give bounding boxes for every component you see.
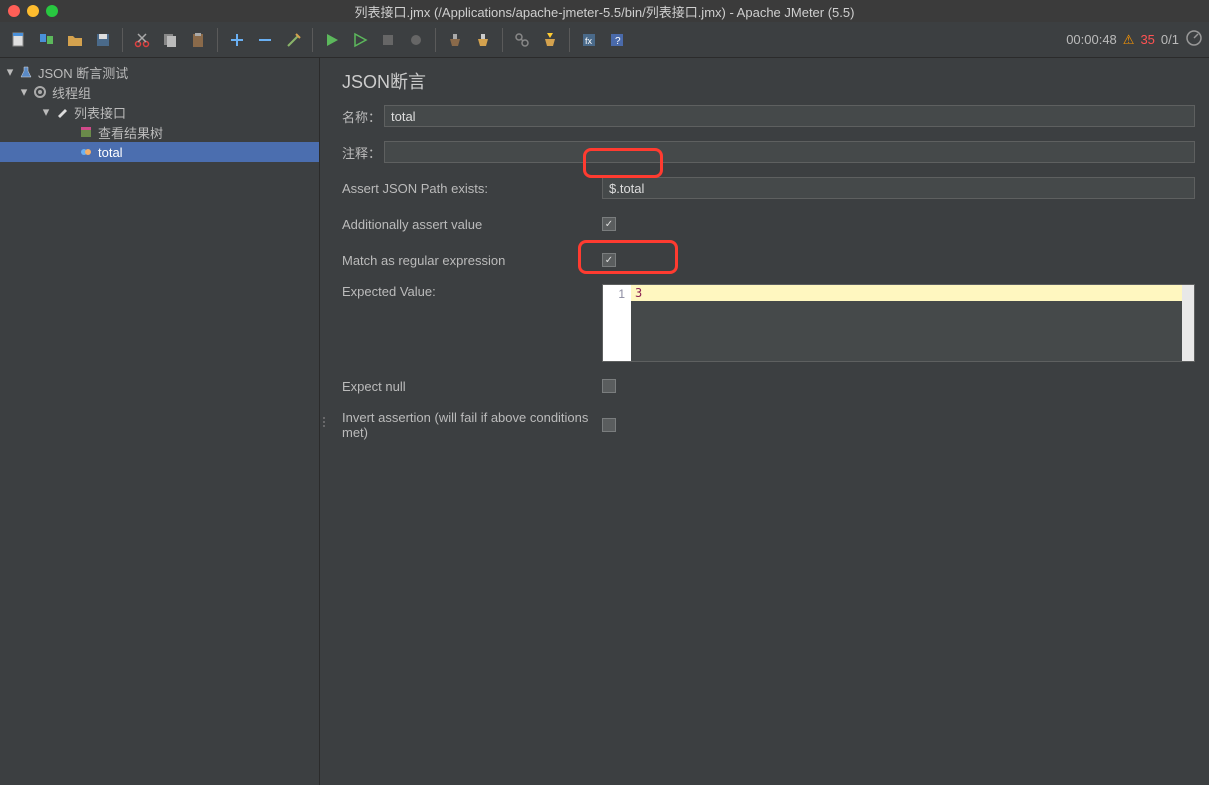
tree-listener[interactable]: 查看结果树	[0, 122, 319, 142]
chevron-down-icon[interactable]: ▾	[4, 66, 16, 78]
minimize-window-button[interactable]	[27, 5, 39, 17]
tree-root-label: JSON 断言测试	[38, 63, 128, 82]
paste-button[interactable]	[185, 27, 211, 53]
save-button[interactable]	[90, 27, 116, 53]
expected-value-editor[interactable]: 1 3	[602, 284, 1195, 362]
test-plan-tree[interactable]: ▾ JSON 断言测试 ▾ 线程组 ▾ 列表接口 查看结果树 total	[0, 58, 320, 785]
expect-null-checkbox[interactable]	[602, 379, 616, 393]
maximize-window-button[interactable]	[46, 5, 58, 17]
assertion-panel: JSON断言 名称： 注释： Assert JSON Path exists: …	[328, 58, 1209, 785]
comment-label: 注释：	[342, 143, 384, 162]
search-button[interactable]	[509, 27, 535, 53]
name-input[interactable]	[384, 105, 1195, 127]
templates-button[interactable]	[34, 27, 60, 53]
window-title: 列表接口.jmx (/Applications/apache-jmeter-5.…	[0, 2, 1209, 21]
gear-icon	[32, 84, 48, 100]
stop-button[interactable]	[375, 27, 401, 53]
results-tree-icon	[78, 124, 94, 140]
chevron-down-icon[interactable]: ▾	[40, 106, 52, 118]
tree-listener-label: 查看结果树	[98, 123, 163, 142]
toolbar: fx ? 00:00:48 ⚠ 35 0/1	[0, 22, 1209, 58]
tree-assertion[interactable]: total	[0, 142, 319, 162]
titlebar: 列表接口.jmx (/Applications/apache-jmeter-5.…	[0, 0, 1209, 22]
tree-thread-group-label: 线程组	[52, 83, 91, 102]
assert-value-label: Additionally assert value	[342, 217, 602, 232]
reset-search-button[interactable]	[537, 27, 563, 53]
warning-icon[interactable]: ⚠	[1123, 32, 1135, 48]
expected-value-label: Expected Value:	[342, 284, 602, 299]
json-path-input[interactable]	[602, 177, 1195, 199]
regex-checkbox[interactable]	[602, 253, 616, 267]
copy-button[interactable]	[157, 27, 183, 53]
editor-scrollbar[interactable]	[1182, 285, 1194, 361]
cut-button[interactable]	[129, 27, 155, 53]
assert-value-checkbox[interactable]	[602, 217, 616, 231]
elapsed-time: 00:00:48	[1066, 32, 1117, 47]
tree-root[interactable]: ▾ JSON 断言测试	[0, 62, 319, 82]
new-button[interactable]	[6, 27, 32, 53]
collapse-button[interactable]	[252, 27, 278, 53]
invert-checkbox[interactable]	[602, 418, 616, 432]
thread-count: 0/1	[1161, 32, 1179, 47]
clear-button[interactable]	[442, 27, 468, 53]
help-button[interactable]: ?	[604, 27, 630, 53]
panel-title: JSON断言	[342, 68, 1195, 94]
editor-gutter: 1	[603, 285, 631, 361]
function-helper-button[interactable]: fx	[576, 27, 602, 53]
regex-label: Match as regular expression	[342, 253, 602, 268]
name-label: 名称：	[342, 107, 384, 126]
toggle-button[interactable]	[280, 27, 306, 53]
svg-text:fx: fx	[585, 36, 593, 46]
pipette-icon	[54, 104, 70, 120]
tree-assertion-label: total	[98, 145, 123, 160]
json-path-label: Assert JSON Path exists:	[342, 181, 602, 196]
expect-null-label: Expect null	[342, 379, 602, 394]
tree-sampler[interactable]: ▾ 列表接口	[0, 102, 319, 122]
clear-all-button[interactable]	[470, 27, 496, 53]
close-window-button[interactable]	[8, 5, 20, 17]
svg-text:?: ?	[615, 36, 621, 47]
invert-label: Invert assertion (will fail if above con…	[342, 410, 602, 440]
splitter[interactable]	[320, 58, 328, 785]
expected-value-text[interactable]: 3	[631, 285, 1194, 301]
tree-thread-group[interactable]: ▾ 线程组	[0, 82, 319, 102]
shutdown-button[interactable]	[403, 27, 429, 53]
expand-button[interactable]	[224, 27, 250, 53]
assertion-icon	[78, 144, 94, 160]
flask-icon	[18, 64, 34, 80]
tree-sampler-label: 列表接口	[74, 103, 126, 122]
start-button[interactable]	[319, 27, 345, 53]
error-count: 35	[1140, 32, 1154, 47]
start-no-pause-button[interactable]	[347, 27, 373, 53]
chevron-down-icon[interactable]: ▾	[18, 86, 30, 98]
open-button[interactable]	[62, 27, 88, 53]
gauge-icon[interactable]	[1185, 29, 1203, 50]
comment-input[interactable]	[384, 141, 1195, 163]
